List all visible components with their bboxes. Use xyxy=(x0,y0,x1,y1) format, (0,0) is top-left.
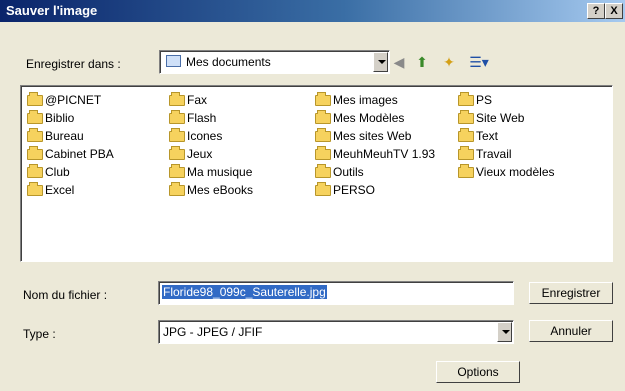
folder-label: Vieux modèles xyxy=(476,165,555,179)
folder-icon xyxy=(27,163,43,178)
folder-icon xyxy=(315,127,331,142)
location-value: Mes documents xyxy=(186,55,271,69)
folder-item[interactable]: Ma musique xyxy=(169,163,253,180)
folder-label: Ma musique xyxy=(187,165,253,179)
folder-label: Mes images xyxy=(333,93,398,107)
folder-label: Text xyxy=(476,129,499,143)
folder-label: Mes sites Web xyxy=(333,129,412,143)
folder-icon xyxy=(315,91,331,106)
folder-item[interactable]: Mes sites Web xyxy=(315,127,412,144)
close-button[interactable]: X xyxy=(605,3,623,19)
folder-icon xyxy=(27,145,43,160)
view-menu-icon[interactable]: ☰▾ xyxy=(467,53,491,71)
folder-icon xyxy=(166,55,181,67)
folder-icon xyxy=(458,127,474,142)
back-arrow-icon[interactable]: ◀ xyxy=(390,53,408,71)
folder-label: Outils xyxy=(333,165,364,179)
folder-item[interactable]: Flash xyxy=(169,109,217,126)
folder-item[interactable]: Mes images xyxy=(315,91,398,108)
folder-icon xyxy=(27,181,43,196)
folder-label: Mes eBooks xyxy=(187,183,254,197)
folder-icon xyxy=(169,181,185,196)
folder-label: Excel xyxy=(45,183,75,197)
location-label: Enregistrer dans : xyxy=(26,57,121,71)
up-folder-icon[interactable]: ⬆ xyxy=(413,53,431,71)
filetype-select[interactable]: JPG - JPEG / JFIF xyxy=(158,320,514,344)
folder-item[interactable]: Excel xyxy=(27,181,75,198)
filename-value: Floride98_099c_Sauterelle.jpg xyxy=(162,285,327,299)
save-image-dialog: Sauver l'image ? X Enregistrer dans : Me… xyxy=(0,0,625,391)
folder-icon xyxy=(169,91,185,106)
folder-item[interactable]: Site Web xyxy=(458,109,525,126)
folder-item[interactable]: PERSO xyxy=(315,181,376,198)
folder-label: Bureau xyxy=(45,129,84,143)
help-button[interactable]: ? xyxy=(587,3,605,19)
title-bar: Sauver l'image ? X xyxy=(0,0,625,22)
dialog-title: Sauver l'image xyxy=(6,3,98,18)
folder-item[interactable]: MeuhMeuhTV 1.93 xyxy=(315,145,436,162)
folder-item[interactable]: PS xyxy=(458,91,493,108)
new-folder-icon[interactable]: ✦ xyxy=(440,53,458,71)
folder-item[interactable]: Mes eBooks xyxy=(169,181,254,198)
folder-icon xyxy=(169,163,185,178)
folder-label: Travail xyxy=(476,147,512,161)
folder-icon xyxy=(458,145,474,160)
folder-item[interactable]: Mes Modèles xyxy=(315,109,405,126)
folder-label: PERSO xyxy=(333,183,376,197)
chevron-down-icon[interactable] xyxy=(373,52,388,72)
save-button[interactable]: Enregistrer xyxy=(529,282,613,304)
folder-item[interactable]: Fax xyxy=(169,91,208,108)
folder-item[interactable]: Bureau xyxy=(27,127,84,144)
folder-icon xyxy=(169,127,185,142)
folder-label: Flash xyxy=(187,111,217,125)
chevron-down-icon[interactable] xyxy=(497,322,512,342)
folder-icon xyxy=(27,109,43,124)
location-combo[interactable]: Mes documents xyxy=(159,50,390,74)
folder-icon xyxy=(315,181,331,196)
file-list[interactable]: @PICNET Biblio Bureau Cabinet PBA Club Excel … xyxy=(20,85,613,262)
folder-item[interactable]: Jeux xyxy=(169,145,213,162)
filename-label: Nom du fichier : xyxy=(23,288,108,302)
type-label: Type : xyxy=(23,327,56,341)
folder-icon xyxy=(458,91,474,106)
folder-item[interactable]: Travail xyxy=(458,145,512,162)
folder-label: Icones xyxy=(187,129,223,143)
folder-item[interactable]: @PICNET xyxy=(27,91,102,108)
folder-item[interactable]: Club xyxy=(27,163,70,180)
folder-label: Cabinet PBA xyxy=(45,147,114,161)
folder-icon xyxy=(169,109,185,124)
folder-icon xyxy=(458,109,474,124)
folder-label: Club xyxy=(45,165,70,179)
folder-item[interactable]: Cabinet PBA xyxy=(27,145,114,162)
folder-item[interactable]: Text xyxy=(458,127,499,144)
filetype-value: JPG - JPEG / JFIF xyxy=(163,325,263,339)
folder-label: MeuhMeuhTV 1.93 xyxy=(333,147,436,161)
folder-label: Biblio xyxy=(45,111,75,125)
folder-label: Fax xyxy=(187,93,208,107)
folder-item[interactable]: Icones xyxy=(169,127,223,144)
folder-icon xyxy=(315,109,331,124)
folder-icon xyxy=(458,163,474,178)
filename-input[interactable]: Floride98_099c_Sauterelle.jpg xyxy=(158,281,514,305)
folder-label: Mes Modèles xyxy=(333,111,405,125)
folder-item[interactable]: Vieux modèles xyxy=(458,163,555,180)
folder-label: Site Web xyxy=(476,111,525,125)
folder-icon xyxy=(169,145,185,160)
folder-item[interactable]: Outils xyxy=(315,163,364,180)
folder-label: PS xyxy=(476,93,493,107)
folder-icon xyxy=(315,163,331,178)
folder-label: Jeux xyxy=(187,147,213,161)
folder-item[interactable]: Biblio xyxy=(27,109,75,126)
folder-icon xyxy=(315,145,331,160)
folder-label: @PICNET xyxy=(45,93,102,107)
cancel-button[interactable]: Annuler xyxy=(529,320,613,342)
options-button[interactable]: Options xyxy=(436,361,520,383)
folder-icon xyxy=(27,91,43,106)
folder-icon xyxy=(27,127,43,142)
